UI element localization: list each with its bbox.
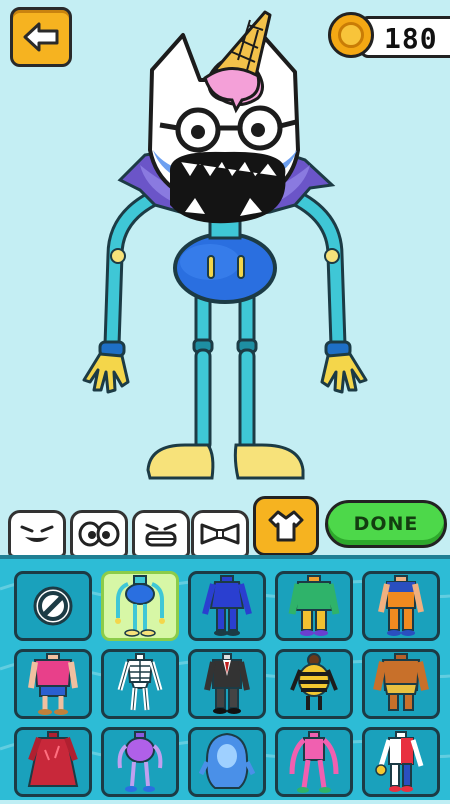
no-entry-icon [33, 586, 73, 626]
blue-body-icon [202, 575, 252, 636]
coin-counter: 180 [328, 10, 450, 62]
option-robot-blue[interactable] [101, 571, 179, 641]
option-green-hoodie[interactable] [275, 571, 353, 641]
green-body-icon [288, 575, 340, 636]
body-tab[interactable] [253, 496, 319, 556]
option-pink-shirt[interactable] [14, 649, 92, 719]
bowtie-tab[interactable] [191, 510, 249, 558]
option-blue-blob[interactable] [188, 727, 266, 797]
caveman-body-icon [373, 653, 429, 711]
option-orange-ninja[interactable] [362, 571, 440, 641]
bowtie-icon [200, 523, 240, 545]
option-skeleton[interactable] [101, 649, 179, 719]
character-preview [82, 10, 368, 480]
option-blue-suit[interactable] [188, 571, 266, 641]
eyes-tab[interactable] [70, 510, 128, 558]
option-black-suit[interactable] [188, 649, 266, 719]
done-button[interactable]: DONE [325, 500, 447, 548]
option-purple-robot[interactable] [101, 727, 179, 797]
mouth-tab[interactable] [8, 510, 66, 558]
pink-long-body-icon [289, 731, 339, 793]
teeth-face-icon [145, 523, 177, 547]
body-options-grid [14, 571, 440, 797]
red-cape-body-icon [27, 731, 79, 787]
coin-icon [328, 12, 374, 58]
bee-body-icon [290, 653, 338, 710]
option-pink-long[interactable] [275, 727, 353, 797]
done-button-label: DONE [353, 513, 419, 535]
body-shirt-icon [268, 510, 304, 542]
option-bee[interactable] [275, 649, 353, 719]
eyes-icon [78, 521, 120, 547]
arrow-left-icon [23, 22, 59, 52]
robot-body-icon [115, 575, 165, 637]
option-red-cape[interactable] [14, 727, 92, 797]
red-white-body-icon [375, 731, 424, 792]
suit-body-icon [204, 653, 250, 714]
option-none[interactable] [14, 571, 92, 641]
grin-face-icon [20, 525, 54, 542]
coin-count: 180 [384, 22, 438, 55]
orange-body-icon [378, 575, 424, 636]
teeth-tab[interactable] [132, 510, 190, 558]
body-options-panel [0, 555, 450, 800]
purple-robot-body-icon [117, 731, 163, 792]
back-button[interactable] [10, 7, 72, 67]
pink-shirt-body-icon [28, 653, 78, 715]
option-red-white[interactable] [362, 727, 440, 797]
skeleton-body-icon [117, 653, 163, 711]
blob-body-icon [199, 732, 255, 789]
option-brown-caveman[interactable] [362, 649, 440, 719]
